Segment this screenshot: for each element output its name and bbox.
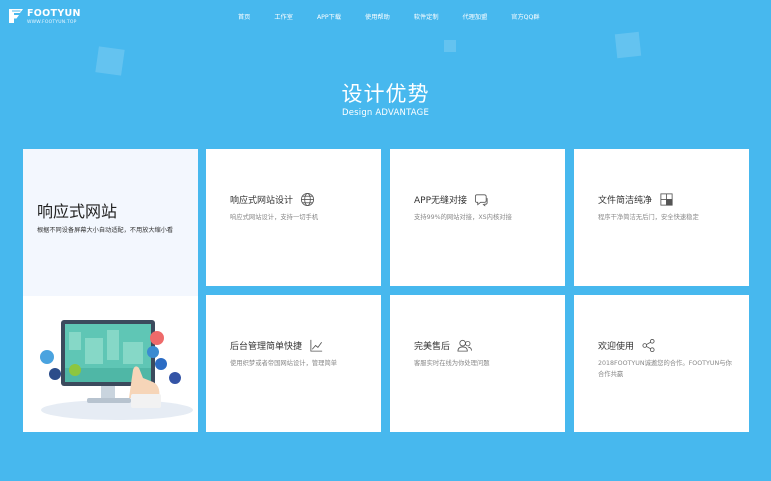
card-title-text: 文件简洁纯净 [598, 196, 653, 206]
decor-square [614, 31, 642, 59]
card-title: 欢迎使用 [598, 338, 656, 353]
card-title: 后台管理简单快捷 [230, 338, 324, 353]
card-title: APP无缝对接 [414, 192, 489, 207]
main-nav: 首页 工作室 APP下载 使用帮助 软件定制 代理加盟 官方QQ群 [238, 12, 564, 21]
nav-item-home[interactable]: 首页 [238, 12, 250, 21]
globe-icon [301, 192, 315, 207]
users-icon [457, 339, 472, 352]
decor-square [95, 46, 125, 76]
card-description: 支持99%的网站对接，XS内核对接 [414, 214, 512, 221]
nav-item-agency[interactable]: 代理加盟 [463, 12, 488, 21]
card-title-text: 完美售后 [414, 342, 451, 352]
feature-card-app-integration: APP无缝对接 支持99%的网站对接，XS内核对接 [390, 149, 565, 286]
card-title-text: 响应式网站设计 [230, 196, 294, 206]
nav-item-help[interactable]: 使用帮助 [365, 12, 390, 21]
feature-card-header: 响应式网站 根据不同设备屏幕大小自动适配，不用放大缩小看 [23, 149, 198, 296]
nav-item-studio[interactable]: 工作室 [274, 12, 293, 21]
card-title: 文件简洁纯净 [598, 192, 674, 207]
feature-card-responsive-design: 响应式网站设计 响应式网站设计，支持一切手机 [206, 149, 381, 286]
card-title-text: 后台管理简单快捷 [230, 342, 303, 352]
feature-card-admin: 后台管理简单快捷 使用织梦或者帝国网站设计，管理简单 [206, 295, 381, 432]
share-icon [642, 338, 655, 353]
nav-item-custom-software[interactable]: 软件定制 [414, 12, 439, 21]
card-description: 2018FOOTYUN诚邀您的合作。FOOTYUN与你合作共赢 [598, 360, 732, 378]
feature-description: 根据不同设备屏幕大小自动适配，不用放大缩小看 [37, 227, 174, 234]
card-title-text: 欢迎使用 [598, 342, 635, 352]
layout-icon [660, 193, 673, 206]
feature-card-welcome: 欢迎使用 2018FOOTYUN诚邀您的合作。FOOTYUN与你合作共赢 [574, 295, 749, 432]
feature-card-clean-files: 文件简洁纯净 程序干净简洁无后门，安全快速稳定 [574, 149, 749, 286]
card-description: 使用织梦或者帝国网站设计，管理简单 [230, 360, 338, 367]
logo-subtext: WWW.FOOTYUN.TOP [27, 20, 77, 25]
card-description: 程序干净简洁无后门，安全快速稳定 [598, 214, 699, 221]
section-title: 设计优势 [341, 82, 430, 106]
section-subtitle: Design ADVANTAGE [341, 108, 430, 118]
nav-item-app-download[interactable]: APP下载 [317, 12, 341, 21]
feature-card-after-sales: 完美售后 客服实时在线为你处理问题 [390, 295, 565, 432]
card-description: 响应式网站设计，支持一切手机 [230, 214, 319, 221]
feature-title: 响应式网站 [37, 202, 118, 221]
feature-responsive-card: 响应式网站 根据不同设备屏幕大小自动适配，不用放大缩小看 [23, 149, 198, 432]
card-title: 完美售后 [414, 338, 472, 353]
logo-text: FOOTYUN [27, 8, 81, 19]
chat-bubble-icon [475, 194, 488, 207]
responsive-illustration-icon [40, 320, 193, 420]
nav-item-qq-group[interactable]: 官方QQ群 [511, 12, 539, 21]
line-chart-icon [310, 339, 323, 352]
card-description: 客服实时在线为你处理问题 [414, 360, 490, 367]
card-title-text: APP无缝对接 [414, 196, 468, 206]
logo-mark-icon [9, 9, 23, 23]
logo[interactable]: FOOTYUN WWW.FOOTYUN.TOP [8, 8, 88, 28]
decor-square [444, 40, 456, 52]
card-title: 响应式网站设计 [230, 192, 315, 207]
header: FOOTYUN WWW.FOOTYUN.TOP 首页 工作室 APP下载 使用帮… [0, 0, 771, 34]
